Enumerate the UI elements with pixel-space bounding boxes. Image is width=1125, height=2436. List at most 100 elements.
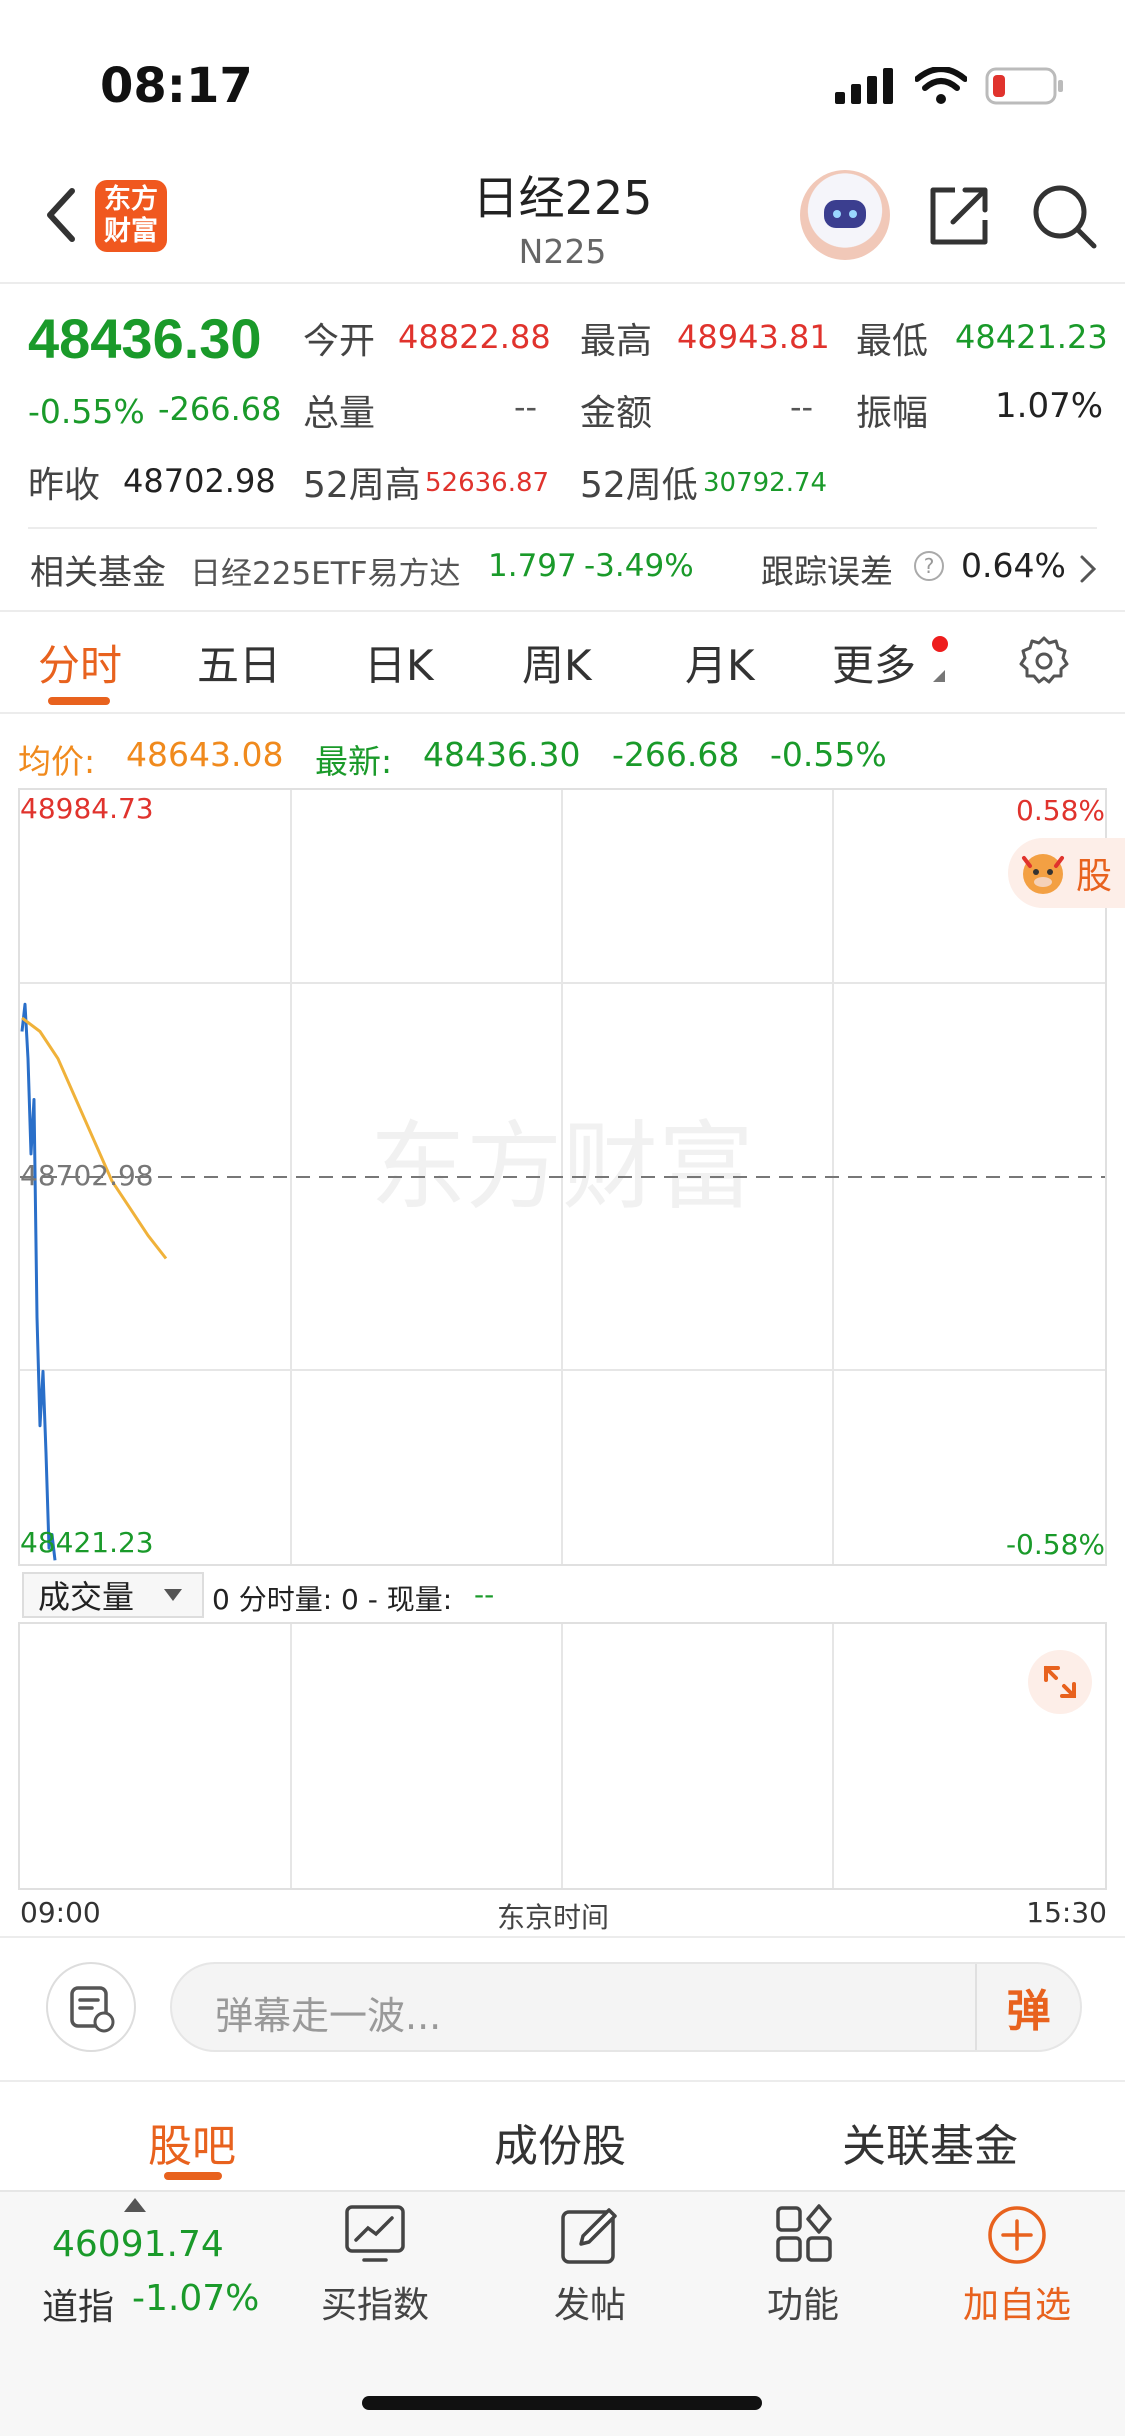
home-indicator xyxy=(362,2396,762,2410)
settings-gear-icon[interactable] xyxy=(1018,634,1070,686)
quote-divider xyxy=(28,527,1097,529)
amplitude-value: 1.07% xyxy=(995,386,1104,426)
dropdown-triangle-icon xyxy=(164,1589,183,1601)
week52-low-label: 52周低 xyxy=(580,465,698,506)
tab-related-funds[interactable]: 关联基金 xyxy=(842,2110,1018,2174)
add-circle-icon xyxy=(988,2206,1046,2264)
trend-chart-icon xyxy=(345,2205,405,2262)
functions-button[interactable]: 功能 xyxy=(728,2200,878,2350)
volume-chart[interactable] xyxy=(18,1622,1107,1890)
y-max-label: 48984.73 xyxy=(20,792,154,825)
fund-divider xyxy=(0,610,1125,612)
high-label: 最高 xyxy=(580,321,653,362)
avg-label: 均价: xyxy=(18,742,96,781)
pct-min-label: -0.58% xyxy=(1005,1528,1105,1561)
stock-badge-text: 股 xyxy=(1076,856,1113,897)
tracking-error-label: 跟踪误差 xyxy=(761,552,893,591)
chart-watermark: 东方财富 xyxy=(370,1111,754,1223)
intraday-chart[interactable]: 东方财富 xyxy=(18,788,1107,1566)
x-timezone-label: 东京时间 xyxy=(497,1901,610,1934)
volume-label: 总量 xyxy=(303,393,376,434)
tab-five-day[interactable]: 五日 xyxy=(197,632,281,693)
pct-max-label: 0.58% xyxy=(1016,794,1105,827)
week52-high-value: 52636.87 xyxy=(425,468,550,498)
avg-value: 48643.08 xyxy=(126,735,284,774)
change-percent: -0.55% xyxy=(28,392,145,431)
latest-change: -266.68 xyxy=(612,735,740,774)
prev-close-label: 昨收 xyxy=(28,465,101,506)
battery-icon xyxy=(985,67,1063,105)
average-price-line xyxy=(21,1016,168,1260)
assistant-avatar-icon[interactable] xyxy=(800,170,890,260)
notification-dot xyxy=(932,636,948,652)
related-fund-label: 相关基金 xyxy=(30,553,166,593)
tabs-divider xyxy=(0,712,1125,714)
amount-label: 金额 xyxy=(580,393,653,434)
related-fund-name: 日经225ETF易方达 xyxy=(190,556,461,592)
prev-close-value: 48702.98 xyxy=(123,462,276,500)
related-fund-price: 1.797 xyxy=(488,548,577,584)
intraday-chart-svg: 东方财富 xyxy=(20,790,1105,1564)
series-layer xyxy=(20,1002,168,1561)
status-icons xyxy=(835,62,1065,110)
chevron-right-icon xyxy=(1080,555,1097,583)
grid-apps-icon xyxy=(776,2204,832,2262)
post-label: 发帖 xyxy=(553,2285,626,2326)
search-icon[interactable] xyxy=(1030,182,1098,250)
y-mid-label: 48702.98 xyxy=(20,1159,154,1192)
volume-current: -- xyxy=(474,1578,495,1611)
dow-index-name: 道指 xyxy=(42,2287,115,2328)
buy-index-button[interactable]: 买指数 xyxy=(300,2200,450,2350)
chart-bottom-divider xyxy=(0,1936,1125,1938)
danmu-placeholder: 弹幕走一波... xyxy=(215,1994,442,2038)
help-icon[interactable]: ? xyxy=(914,551,944,581)
tab-guba[interactable]: 股吧 xyxy=(148,2110,236,2174)
current-price: 48436.30 xyxy=(28,307,262,370)
stock-badge[interactable]: 股 xyxy=(1008,838,1125,908)
guba-tab-indicator xyxy=(164,2172,222,2180)
more-triangle-icon xyxy=(933,670,945,682)
price-line xyxy=(20,1002,57,1561)
wifi-icon xyxy=(915,67,967,104)
tab-weekly-k[interactable]: 周K xyxy=(522,632,592,693)
dow-index-percent: -1.07% xyxy=(132,2278,260,2319)
x-end-label: 15:30 xyxy=(1026,1896,1107,1929)
danmu-send-button[interactable]: 弹 xyxy=(975,1964,1080,2050)
add-watchlist-label: 加自选 xyxy=(962,2285,1071,2326)
indicator-selector-label: 成交量 xyxy=(38,1578,135,1616)
active-tab-indicator xyxy=(48,697,110,705)
amount-value: -- xyxy=(790,388,814,426)
expand-icon[interactable] xyxy=(1028,1650,1092,1714)
open-value: 48822.88 xyxy=(398,318,551,356)
latest-percent: -0.55% xyxy=(770,735,887,774)
low-value: 48421.23 xyxy=(955,318,1108,356)
related-fund-change: -3.49% xyxy=(584,548,694,584)
x-start-label: 09:00 xyxy=(20,1896,101,1929)
open-label: 今开 xyxy=(303,321,376,362)
edit-post-icon xyxy=(561,2208,617,2264)
indicator-selector[interactable]: 成交量 xyxy=(22,1572,204,1618)
comment-list-icon[interactable] xyxy=(46,1962,136,2052)
tab-more[interactable]: 更多 xyxy=(832,632,916,693)
status-time: 08:17 xyxy=(100,58,253,114)
tab-intraday[interactable]: 分时 xyxy=(38,632,122,693)
week52-high-label: 52周高 xyxy=(303,465,421,506)
tab-constituents[interactable]: 成份股 xyxy=(494,2110,626,2174)
post-button[interactable]: 发帖 xyxy=(515,2200,665,2350)
volume-grid xyxy=(290,1624,834,1888)
tab-daily-k[interactable]: 日K xyxy=(364,632,434,693)
related-fund-row[interactable]: 相关基金 日经225ETF易方达 1.797 -3.49% 跟踪误差 ? 0.6… xyxy=(28,545,1108,595)
volume-value: -- xyxy=(514,388,538,426)
y-min-label: 48421.23 xyxy=(20,1526,154,1559)
latest-label: 最新: xyxy=(315,742,393,781)
collapse-up-icon[interactable] xyxy=(124,2198,146,2212)
functions-label: 功能 xyxy=(766,2285,839,2326)
dow-index-value[interactable]: 46091.74 xyxy=(52,2224,224,2265)
add-watchlist-button[interactable]: 加自选 xyxy=(942,2200,1092,2350)
danmu-button-label: 弹 xyxy=(1006,1986,1051,2037)
week52-low-value: 30792.74 xyxy=(703,468,828,498)
tracking-error-value: 0.64% xyxy=(961,546,1066,585)
tab-monthly-k[interactable]: 月K xyxy=(685,632,755,693)
latest-value: 48436.30 xyxy=(423,735,581,774)
share-icon[interactable] xyxy=(925,182,993,250)
